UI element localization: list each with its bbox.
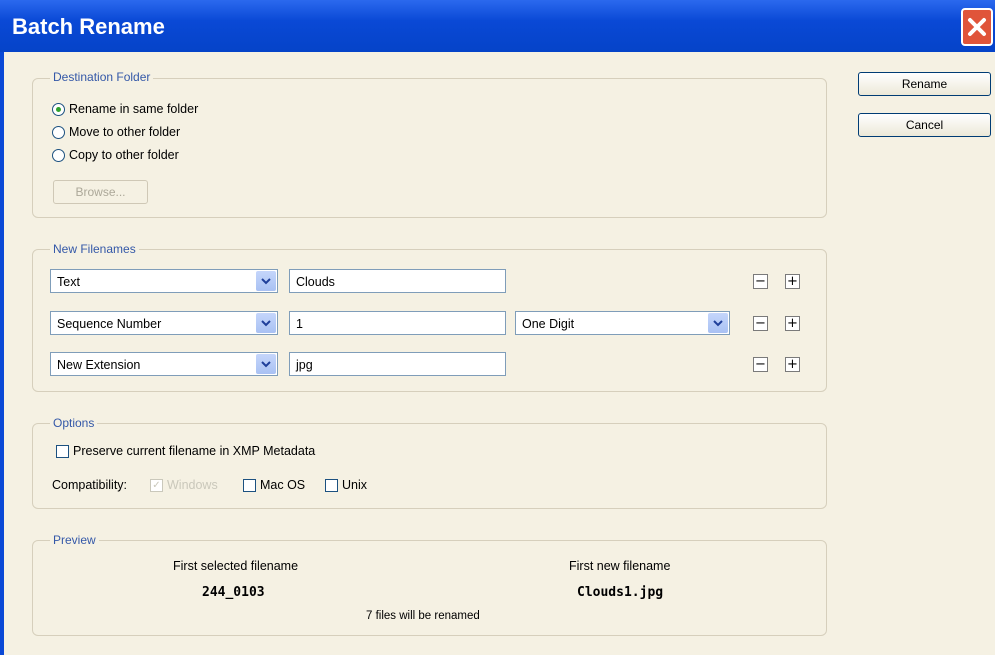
radio-label: Rename in same folder [69, 102, 199, 116]
window-frame [0, 52, 4, 655]
chevron-down-icon[interactable] [256, 313, 276, 333]
unix-label: Unix [342, 478, 368, 492]
filename-value-input-2[interactable]: 1 [289, 311, 506, 335]
macos-label: Mac OS [260, 478, 306, 492]
radio-rename-same-folder[interactable]: Rename in same folder [52, 102, 198, 116]
radio-button[interactable] [52, 148, 65, 162]
radio-button-checked[interactable] [52, 102, 65, 116]
window-title: Batch Rename [12, 14, 165, 39]
filename-value-input-1[interactable]: Clouds [289, 269, 506, 293]
input-value: 1 [296, 317, 303, 331]
filename-type-select-1[interactable]: Text [50, 269, 278, 293]
remove-row-button[interactable]: − [753, 357, 768, 372]
options-label: Options [50, 416, 98, 430]
select-value: Sequence Number [57, 317, 162, 331]
preserve-filename-label: Preserve current filename in XMP Metadat… [73, 444, 316, 458]
windows-option: ✓ Windows [150, 478, 218, 492]
radio-label: Copy to other folder [69, 148, 179, 162]
first-selected-label: First selected filename [173, 559, 299, 573]
radio-label: Move to other folder [69, 125, 181, 139]
radio-button[interactable] [52, 125, 65, 139]
select-value: Text [57, 275, 80, 289]
macos-option[interactable]: Mac OS [243, 478, 305, 492]
filename-value-input-3[interactable]: jpg [289, 352, 506, 376]
preserve-filename-checkbox[interactable] [56, 444, 69, 458]
remove-row-button[interactable]: − [753, 274, 768, 289]
close-icon [968, 18, 986, 36]
close-button[interactable] [961, 8, 993, 46]
new-filenames-label: New Filenames [50, 242, 139, 256]
input-value: Clouds [296, 275, 335, 289]
browse-button: Browse... [53, 180, 148, 204]
windows-checkbox: ✓ [150, 478, 163, 492]
radio-move-other-folder[interactable]: Move to other folder [52, 125, 180, 139]
macos-checkbox[interactable] [243, 478, 256, 492]
compatibility-label: Compatibility: [52, 478, 128, 492]
unix-checkbox[interactable] [325, 478, 338, 492]
select-value: New Extension [57, 358, 141, 372]
rename-button[interactable]: Rename [858, 72, 991, 96]
chevron-down-icon[interactable] [708, 313, 728, 333]
filename-type-select-3[interactable]: New Extension [50, 352, 278, 376]
add-row-button[interactable]: + [785, 274, 800, 289]
first-selected-value: 244_0103 [202, 585, 265, 600]
unix-option[interactable]: Unix [325, 478, 367, 492]
rename-count-text: 7 files will be renamed [366, 610, 480, 622]
select-value: One Digit [522, 317, 575, 331]
remove-row-button[interactable]: − [753, 316, 768, 331]
add-row-button[interactable]: + [785, 357, 800, 372]
destination-folder-label: Destination Folder [50, 70, 154, 84]
add-row-button[interactable]: + [785, 316, 800, 331]
preserve-filename-option[interactable]: Preserve current filename in XMP Metadat… [56, 444, 315, 458]
first-new-value: Clouds1.jpg [577, 585, 664, 600]
filename-type-select-2[interactable]: Sequence Number [50, 311, 278, 335]
cancel-button[interactable]: Cancel [858, 113, 991, 137]
options-group [32, 423, 827, 509]
title-bar: Batch Rename [0, 0, 995, 52]
windows-label: Windows [167, 478, 218, 492]
first-new-label: First new filename [569, 559, 671, 573]
chevron-down-icon[interactable] [256, 271, 276, 291]
chevron-down-icon[interactable] [256, 354, 276, 374]
input-value: jpg [296, 358, 313, 372]
preview-label: Preview [50, 533, 99, 547]
radio-copy-other-folder[interactable]: Copy to other folder [52, 148, 179, 162]
digits-select[interactable]: One Digit [515, 311, 730, 335]
